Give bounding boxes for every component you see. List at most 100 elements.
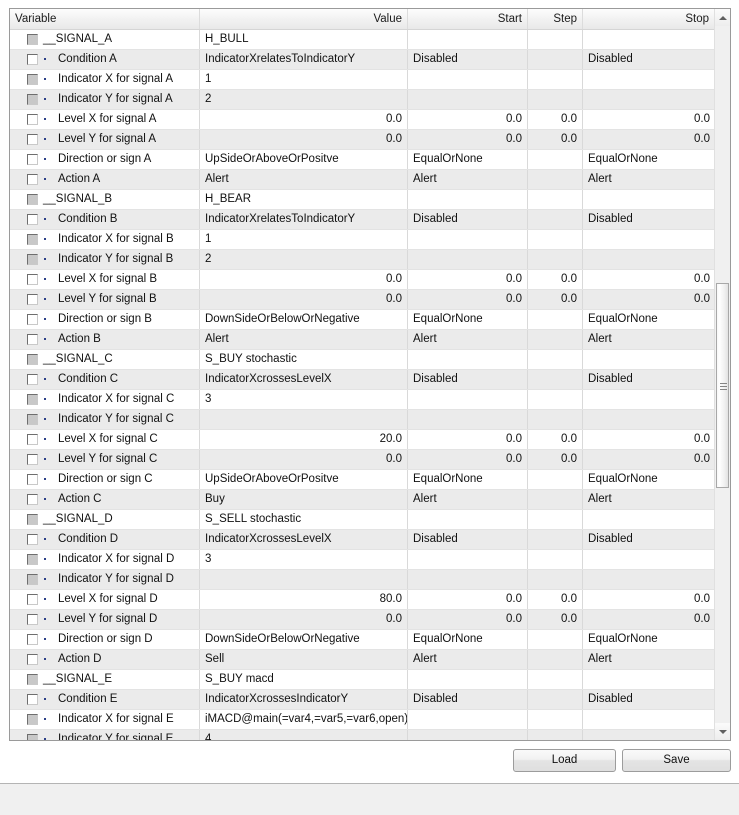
value-cell[interactable]: H_BEAR	[200, 190, 408, 209]
variable-cell[interactable]: Action C	[10, 490, 200, 509]
variable-cell[interactable]: Indicator Y for signal B	[10, 250, 200, 269]
variable-cell[interactable]: Direction or sign D	[10, 630, 200, 649]
load-button[interactable]: Load	[513, 749, 616, 772]
start-cell[interactable]: EqualOrNone	[408, 150, 528, 169]
variable-cell[interactable]: Indicator X for signal C	[10, 390, 200, 409]
step-cell[interactable]	[528, 470, 583, 489]
stop-cell[interactable]	[583, 410, 715, 429]
checkbox-icon[interactable]	[27, 454, 38, 465]
variable-cell[interactable]: Level Y for signal D	[10, 610, 200, 629]
step-cell[interactable]	[528, 30, 583, 49]
start-cell[interactable]	[408, 390, 528, 409]
start-cell[interactable]	[408, 410, 528, 429]
variable-cell[interactable]: Indicator X for signal E	[10, 710, 200, 729]
checkbox-icon[interactable]	[27, 474, 38, 485]
table-row[interactable]: Indicator Y for signal D	[10, 570, 715, 590]
start-cell[interactable]: 0.0	[408, 110, 528, 129]
variable-cell[interactable]: Indicator X for signal B	[10, 230, 200, 249]
start-cell[interactable]	[408, 70, 528, 89]
scroll-up-button[interactable]	[715, 9, 730, 26]
stop-cell[interactable]: Disabled	[583, 50, 715, 69]
checkbox-icon[interactable]	[27, 714, 38, 725]
table-row[interactable]: Action B Alert Alert Alert	[10, 330, 715, 350]
table-row[interactable]: Indicator X for signal A 1	[10, 70, 715, 90]
table-row[interactable]: __SIGNAL_D S_SELL stochastic	[10, 510, 715, 530]
checkbox-icon[interactable]	[27, 314, 38, 325]
value-cell[interactable]: 3	[200, 550, 408, 569]
checkbox-icon[interactable]	[27, 614, 38, 625]
value-cell[interactable]: 3	[200, 390, 408, 409]
start-cell[interactable]	[408, 710, 528, 729]
value-cell[interactable]: 1	[200, 70, 408, 89]
checkbox-icon[interactable]	[27, 74, 38, 85]
variable-cell[interactable]: Condition D	[10, 530, 200, 549]
table-row[interactable]: Level Y for signal C 0.0 0.0 0.0 0.0	[10, 450, 715, 470]
stop-cell[interactable]: Alert	[583, 330, 715, 349]
value-cell[interactable]: 1	[200, 230, 408, 249]
stop-cell[interactable]	[583, 90, 715, 109]
checkbox-icon[interactable]	[27, 94, 38, 105]
table-row[interactable]: Indicator X for signal E iMACD@main(=var4…	[10, 710, 715, 730]
value-cell[interactable]: 0.0	[200, 110, 408, 129]
step-cell[interactable]	[528, 190, 583, 209]
column-header-step[interactable]: Step	[528, 9, 583, 29]
stop-cell[interactable]: EqualOrNone	[583, 630, 715, 649]
step-cell[interactable]	[528, 390, 583, 409]
step-cell[interactable]	[528, 710, 583, 729]
checkbox-icon[interactable]	[27, 234, 38, 245]
variable-cell[interactable]: Level X for signal D	[10, 590, 200, 609]
value-cell[interactable]: 4	[200, 730, 408, 740]
stop-cell[interactable]: 0.0	[583, 590, 715, 609]
step-cell[interactable]: 0.0	[528, 590, 583, 609]
variable-cell[interactable]: Level Y for signal B	[10, 290, 200, 309]
step-cell[interactable]: 0.0	[528, 290, 583, 309]
checkbox-icon[interactable]	[27, 174, 38, 185]
checkbox-icon[interactable]	[27, 34, 38, 45]
value-cell[interactable]: IndicatorXcrossesLevelX	[200, 370, 408, 389]
column-header-variable[interactable]: Variable	[10, 9, 200, 29]
value-cell[interactable]: 0.0	[200, 450, 408, 469]
step-cell[interactable]	[528, 210, 583, 229]
variable-cell[interactable]: __SIGNAL_C	[10, 350, 200, 369]
value-cell[interactable]: Sell	[200, 650, 408, 669]
variable-cell[interactable]: Direction or sign C	[10, 470, 200, 489]
stop-cell[interactable]	[583, 670, 715, 689]
variable-cell[interactable]: __SIGNAL_A	[10, 30, 200, 49]
checkbox-icon[interactable]	[27, 354, 38, 365]
checkbox-icon[interactable]	[27, 374, 38, 385]
stop-cell[interactable]: Disabled	[583, 530, 715, 549]
start-cell[interactable]: Alert	[408, 490, 528, 509]
checkbox-icon[interactable]	[27, 674, 38, 685]
table-row[interactable]: Level Y for signal B 0.0 0.0 0.0 0.0	[10, 290, 715, 310]
stop-cell[interactable]	[583, 190, 715, 209]
start-cell[interactable]	[408, 30, 528, 49]
value-cell[interactable]: Alert	[200, 170, 408, 189]
stop-cell[interactable]	[583, 510, 715, 529]
table-row[interactable]: Condition E IndicatorXcrossesIndicatorY Di…	[10, 690, 715, 710]
column-header-value[interactable]: Value	[200, 9, 408, 29]
step-cell[interactable]: 0.0	[528, 130, 583, 149]
checkbox-icon[interactable]	[27, 574, 38, 585]
value-cell[interactable]: H_BULL	[200, 30, 408, 49]
step-cell[interactable]	[528, 370, 583, 389]
value-cell[interactable]: DownSideOrBelowOrNegative	[200, 310, 408, 329]
stop-cell[interactable]: 0.0	[583, 110, 715, 129]
stop-cell[interactable]	[583, 390, 715, 409]
start-cell[interactable]: Disabled	[408, 690, 528, 709]
start-cell[interactable]	[408, 550, 528, 569]
start-cell[interactable]: EqualOrNone	[408, 310, 528, 329]
checkbox-icon[interactable]	[27, 734, 38, 740]
value-cell[interactable]: 2	[200, 250, 408, 269]
stop-cell[interactable]	[583, 70, 715, 89]
step-cell[interactable]: 0.0	[528, 610, 583, 629]
checkbox-icon[interactable]	[27, 634, 38, 645]
start-cell[interactable]: 0.0	[408, 590, 528, 609]
checkbox-icon[interactable]	[27, 594, 38, 605]
variable-cell[interactable]: Indicator Y for signal A	[10, 90, 200, 109]
stop-cell[interactable]: 0.0	[583, 290, 715, 309]
checkbox-icon[interactable]	[27, 254, 38, 265]
value-cell[interactable]: 0.0	[200, 610, 408, 629]
table-row[interactable]: Level X for signal C 20.0 0.0 0.0 0.0	[10, 430, 715, 450]
start-cell[interactable]	[408, 190, 528, 209]
start-cell[interactable]: EqualOrNone	[408, 630, 528, 649]
